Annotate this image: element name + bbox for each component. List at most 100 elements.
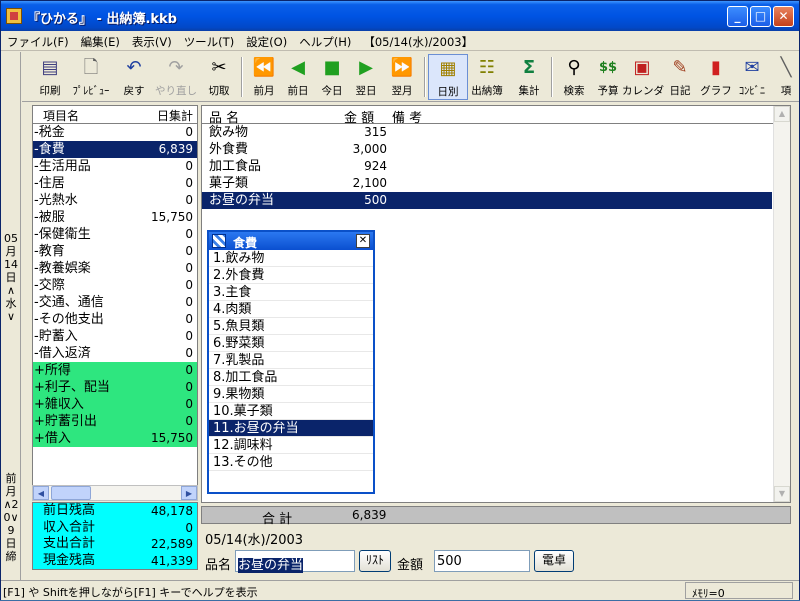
menu-settings[interactable]: 設定(O) bbox=[240, 31, 293, 51]
calculator-button[interactable]: 電卓 bbox=[534, 550, 574, 572]
popup-close-icon[interactable]: ✕ bbox=[356, 234, 370, 248]
table-row[interactable]: 菓子類 2,100 bbox=[202, 175, 790, 192]
list-item[interactable]: -交際 0 bbox=[33, 277, 197, 294]
next-day-button[interactable]: ▶ 翌日 bbox=[346, 54, 386, 100]
menu-view[interactable]: 表示(V) bbox=[126, 31, 178, 51]
popup-list-item[interactable]: 8.加工食品 bbox=[209, 369, 373, 386]
date-strip-current[interactable]: 05月14日∧水∨ bbox=[3, 232, 19, 323]
daily-view-button[interactable]: ▦ 日別 bbox=[428, 54, 468, 100]
popup-list-item[interactable]: 9.果物類 bbox=[209, 386, 373, 403]
scroll-thumb[interactable] bbox=[51, 486, 91, 500]
toolbar-separator bbox=[241, 57, 243, 97]
item-button[interactable]: ╲ 項 bbox=[774, 54, 798, 100]
list-item[interactable]: -光熱水 0 bbox=[33, 192, 197, 209]
list-item[interactable]: +所得 0 bbox=[33, 362, 197, 379]
popup-list-item[interactable]: 1.飲み物 bbox=[209, 250, 373, 267]
total-button[interactable]: Σ 集計 bbox=[509, 54, 549, 100]
popup-list-item[interactable]: 2.外食費 bbox=[209, 267, 373, 284]
graph-button[interactable]: ▮ グラフ bbox=[696, 54, 736, 100]
list-item[interactable]: +雑収入 0 bbox=[33, 396, 197, 413]
item-value: 0 bbox=[185, 159, 193, 173]
scroll-right-icon[interactable]: ▶ bbox=[181, 486, 197, 500]
list-item[interactable]: -生活用品 0 bbox=[33, 158, 197, 175]
summary-label: 現金残高 bbox=[43, 552, 96, 568]
ledger-view-button[interactable]: ☷ 出納簿 bbox=[465, 54, 509, 100]
redo-icon: ↷ bbox=[168, 57, 184, 78]
minimize-button[interactable]: _ bbox=[727, 6, 748, 27]
item-value: 0 bbox=[185, 380, 193, 394]
scroll-down-icon[interactable]: ▼ bbox=[774, 486, 790, 502]
list-button[interactable]: ﾘｽﾄ bbox=[359, 550, 391, 572]
list-item[interactable]: -税金 0 bbox=[33, 124, 197, 141]
popup-list-item[interactable]: 12.調味料 bbox=[209, 437, 373, 454]
next-month-button[interactable]: ⏩ 翌月 bbox=[382, 54, 422, 100]
popup-list-item[interactable]: 10.菓子類 bbox=[209, 403, 373, 420]
list-item[interactable]: -教養娯楽 0 bbox=[33, 260, 197, 277]
popup-list-item[interactable]: 4.肉類 bbox=[209, 301, 373, 318]
undo-button[interactable]: ↶ 戻す bbox=[114, 54, 154, 100]
toolbar: ▤ 印刷 🗋 ﾌﾟﾚﾋﾞｭｰ ↶ 戻す ↷ やり直し ✂ 切取 ⏪ 前月 ◀ 前… bbox=[22, 52, 799, 102]
summary-row: 収入合計 0 bbox=[33, 520, 197, 537]
diary-button[interactable]: ✎ 日記 bbox=[660, 54, 700, 100]
print-button[interactable]: ▤ 印刷 bbox=[30, 54, 70, 100]
menu-date[interactable]: 【05/14(水)/2003】 bbox=[357, 31, 479, 51]
entry-list-vscrollbar[interactable]: ▲ ▼ bbox=[773, 106, 790, 502]
list-item[interactable]: -その他支出 0 bbox=[33, 311, 197, 328]
title-bar[interactable]: 『ひかる』 - 出納簿.kkb _ □ ✕ bbox=[1, 1, 799, 31]
popup-list-item[interactable]: 11.お昼の弁当 bbox=[209, 420, 373, 437]
popup-list-item[interactable]: 13.その他 bbox=[209, 454, 373, 471]
menu-file[interactable]: ファイル(F) bbox=[1, 31, 75, 51]
table-row[interactable]: 飲み物 315 bbox=[202, 124, 790, 141]
list-item[interactable]: -教育 0 bbox=[33, 243, 197, 260]
column-header-item-name[interactable]: 項目名 bbox=[43, 107, 79, 124]
table-row[interactable]: お昼の弁当 500 bbox=[202, 192, 772, 209]
menu-edit[interactable]: 編集(E) bbox=[75, 31, 126, 51]
name-label: 品名 bbox=[205, 558, 232, 573]
amount-input[interactable]: 500 bbox=[434, 550, 530, 572]
item-name: -住居 bbox=[34, 176, 65, 191]
popup-list-item[interactable]: 5.魚貝類 bbox=[209, 318, 373, 335]
table-row[interactable]: 加工食品 924 bbox=[202, 158, 790, 175]
category-list[interactable]: 項目名 日集計 -税金 0 -食費 6,839 -生活用品 0 -住居 0 -光熱水 0 -被服 15… bbox=[32, 105, 198, 501]
popup-list-item[interactable]: 3.主食 bbox=[209, 284, 373, 301]
popup-title-bar[interactable]: 食費 ✕ bbox=[209, 232, 373, 250]
calendar-button[interactable]: ▣ カレンダ bbox=[622, 54, 664, 100]
list-item[interactable]: -保健衛生 0 bbox=[33, 226, 197, 243]
list-item[interactable]: -被服 15,750 bbox=[33, 209, 197, 226]
cut-button[interactable]: ✂ 切取 bbox=[199, 54, 239, 100]
popup-list-item[interactable]: 7.乳製品 bbox=[209, 352, 373, 369]
list-item[interactable]: -借入返済 0 bbox=[33, 345, 197, 362]
menu-help[interactable]: ヘルプ(H) bbox=[293, 31, 357, 51]
close-button[interactable]: ✕ bbox=[773, 6, 794, 27]
maximize-button[interactable]: □ bbox=[750, 6, 771, 27]
list-item[interactable]: -住居 0 bbox=[33, 175, 197, 192]
scroll-left-icon[interactable]: ◀ bbox=[33, 486, 49, 500]
scroll-up-icon[interactable]: ▲ bbox=[774, 106, 790, 122]
summary-value: 41,339 bbox=[151, 553, 193, 568]
entry-amount: 315 bbox=[364, 125, 387, 139]
redo-button[interactable]: ↷ やり直し bbox=[154, 54, 198, 100]
date-strip-cutoff[interactable]: 前月∧20∨9日締 bbox=[3, 472, 19, 563]
preview-button[interactable]: 🗋 ﾌﾟﾚﾋﾞｭｰ bbox=[68, 54, 114, 100]
list-item[interactable]: +借入 15,750 bbox=[33, 430, 197, 447]
summary-label: 前日残高 bbox=[43, 503, 96, 518]
category-list-hscrollbar[interactable]: ◀ ▶ bbox=[32, 485, 198, 501]
diary-icon: ✎ bbox=[672, 57, 688, 78]
column-header-daily-total[interactable]: 日集計 bbox=[157, 107, 193, 124]
list-item[interactable]: +貯蓄引出 0 bbox=[33, 413, 197, 430]
list-item[interactable]: -食費 6,839 bbox=[33, 141, 197, 158]
popup-list-item[interactable]: 6.野菜類 bbox=[209, 335, 373, 352]
dollar-icon: $$ bbox=[598, 60, 618, 75]
item-value: 0 bbox=[185, 125, 193, 139]
list-item[interactable]: -貯蓄入 0 bbox=[33, 328, 197, 345]
list-item[interactable]: -交通、通信 0 bbox=[33, 294, 197, 311]
item-value: 0 bbox=[185, 397, 193, 411]
bar-chart-icon: ▮ bbox=[711, 57, 721, 78]
app-icon[interactable] bbox=[6, 8, 22, 24]
menu-tools[interactable]: ツール(T) bbox=[178, 31, 241, 51]
convenience-button[interactable]: ✉ ｺﾝﾋﾞﾆ bbox=[732, 54, 772, 100]
list-item[interactable]: +利子、配当 0 bbox=[33, 379, 197, 396]
item-value: 0 bbox=[185, 329, 193, 343]
table-row[interactable]: 外食費 3,000 bbox=[202, 141, 790, 158]
name-input[interactable]: お昼の弁当 bbox=[235, 550, 355, 573]
